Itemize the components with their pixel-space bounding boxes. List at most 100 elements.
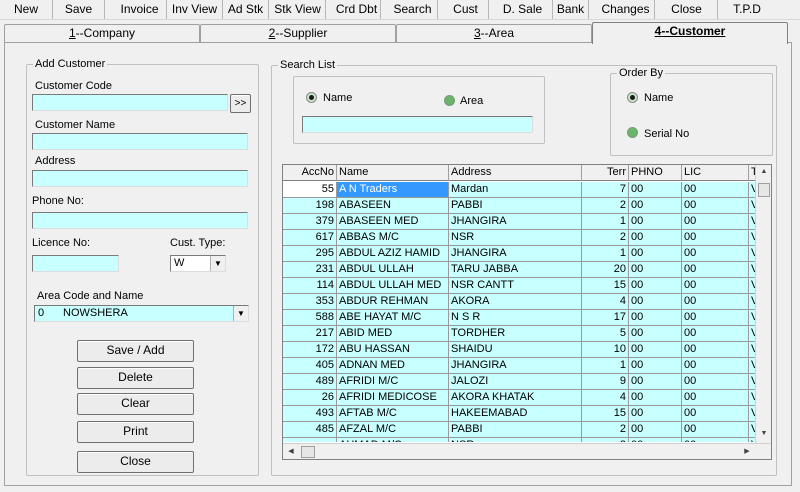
cell-address[interactable]: HAKEEMABAD xyxy=(449,406,582,422)
cell-phno[interactable]: 00 xyxy=(629,230,682,246)
bank-button[interactable]: Bank xyxy=(553,0,589,19)
table-row[interactable]: 617ABBAS M/CNSR20000V xyxy=(283,230,755,246)
cell-name[interactable]: ABDUR REHMAN xyxy=(337,294,449,310)
print-button[interactable]: Print xyxy=(77,421,194,443)
cell-accno[interactable]: --- xyxy=(283,438,337,442)
table-row[interactable]: 198ABASEENPABBI20000V xyxy=(283,198,755,214)
cell-address[interactable]: NSR xyxy=(449,230,582,246)
chevron-down-icon[interactable]: ▼ xyxy=(233,306,248,321)
cell-address[interactable]: AKORA KHATAK xyxy=(449,390,582,406)
cell-lic[interactable]: 00 xyxy=(682,326,749,342)
new-button[interactable]: New xyxy=(0,0,53,19)
tpd-button[interactable]: T.P.D xyxy=(718,0,776,19)
cell-terr[interactable]: 5 xyxy=(582,326,629,342)
crd-dbt-button[interactable]: Crd Dbt xyxy=(333,0,381,19)
cell-terr[interactable]: 10 xyxy=(582,342,629,358)
cell-accno[interactable]: 295 xyxy=(283,246,337,262)
cell-accno[interactable]: 198 xyxy=(283,198,337,214)
cell-lic[interactable]: 00 xyxy=(682,214,749,230)
licence-input[interactable] xyxy=(32,255,119,272)
cell-accno[interactable]: 26 xyxy=(283,390,337,406)
cell-address[interactable]: PABBI xyxy=(449,198,582,214)
cell-terr[interactable]: 2 xyxy=(582,230,629,246)
cell-accno[interactable]: 231 xyxy=(283,262,337,278)
cell-terr[interactable]: 20 xyxy=(582,262,629,278)
search-by-name-radio[interactable] xyxy=(306,92,317,103)
table-row[interactable]: 379ABASEEN MEDJHANGIRA10000V xyxy=(283,214,755,230)
cell-accno[interactable]: 55 xyxy=(283,182,337,198)
cell-accno[interactable]: 379 xyxy=(283,214,337,230)
changes-button[interactable]: Changes xyxy=(597,0,655,19)
table-row[interactable]: 489AFRIDI M/CJALOZI90000V xyxy=(283,374,755,390)
table-row[interactable]: 172ABU HASSANSHAIDU100000V xyxy=(283,342,755,358)
search-button[interactable]: Search xyxy=(388,0,438,19)
cell-lic[interactable]: 00 xyxy=(682,278,749,294)
cust-type-select[interactable]: W ▼ xyxy=(170,255,226,272)
cell-address[interactable]: JHANGIRA xyxy=(449,214,582,230)
cell-phno[interactable]: 00 xyxy=(629,246,682,262)
cell-lic[interactable]: 00 xyxy=(682,310,749,326)
cell-lic[interactable]: 00 xyxy=(682,182,749,198)
cell-name[interactable]: AFZAL M/C xyxy=(337,422,449,438)
table-row[interactable]: 114ABDUL ULLAH MEDNSR CANTT150000V xyxy=(283,278,755,294)
cell-address[interactable]: AKORA xyxy=(449,294,582,310)
cell-terr[interactable]: 9 xyxy=(582,374,629,390)
cell-phno[interactable]: 00 xyxy=(629,422,682,438)
close-button[interactable]: Close xyxy=(77,451,194,473)
horizontal-scrollbar[interactable]: ◀ ▶ xyxy=(283,443,771,459)
order-by-serial-radio[interactable] xyxy=(627,127,638,138)
cell-lic[interactable]: 00 xyxy=(682,406,749,422)
table-row[interactable]: 295ABDUL AZIZ HAMIDJHANGIRA10000V xyxy=(283,246,755,262)
cell-phno[interactable]: 00 xyxy=(629,438,682,442)
table-row[interactable]: 217ABID MEDTORDHER50000V xyxy=(283,326,755,342)
cell-lic[interactable]: 00 xyxy=(682,262,749,278)
clear-button[interactable]: Clear xyxy=(77,393,194,415)
cell-name[interactable]: ABASEEN MED xyxy=(337,214,449,230)
tab-3[interactable]: 3--Area xyxy=(396,24,592,43)
cell-address[interactable]: JHANGIRA xyxy=(449,246,582,262)
customer-name-input[interactable] xyxy=(32,133,248,150)
column-header-lic[interactable]: LIC xyxy=(682,165,749,181)
cell-name[interactable]: ABDUL AZIZ HAMID xyxy=(337,246,449,262)
column-header-accno[interactable]: AccNo xyxy=(283,165,337,181)
cell-phno[interactable]: 00 xyxy=(629,278,682,294)
chevron-down-icon[interactable]: ▼ xyxy=(210,256,225,271)
scroll-right-icon[interactable]: ▶ xyxy=(739,445,755,459)
cell-terr[interactable]: 7 xyxy=(582,182,629,198)
column-header-name[interactable]: Name xyxy=(337,165,449,181)
scroll-left-icon[interactable]: ◀ xyxy=(283,445,299,459)
table-row[interactable]: 353ABDUR REHMANAKORA40000V xyxy=(283,294,755,310)
cell-lic[interactable]: 00 xyxy=(682,294,749,310)
cell-name[interactable]: AFRIDI MEDICOSE xyxy=(337,390,449,406)
vertical-scroll-thumb[interactable] xyxy=(758,183,770,197)
cell-accno[interactable]: 617 xyxy=(283,230,337,246)
address-input[interactable] xyxy=(32,170,248,187)
delete-button[interactable]: Delete xyxy=(77,367,194,389)
cell-name[interactable]: ADNAN MED xyxy=(337,358,449,374)
cell-name[interactable]: AFTAB M/C xyxy=(337,406,449,422)
cell-accno[interactable]: 588 xyxy=(283,310,337,326)
close-app-button[interactable]: Close xyxy=(656,0,718,19)
cell-accno[interactable]: 405 xyxy=(283,358,337,374)
cell-terr[interactable]: 15 xyxy=(582,278,629,294)
inv-view-button[interactable]: Inv View xyxy=(167,0,223,19)
cell-name[interactable]: ABE HAYAT M/C xyxy=(337,310,449,326)
stk-view-button[interactable]: Stk View xyxy=(270,0,326,19)
customer-code-input[interactable] xyxy=(32,94,228,111)
table-row[interactable]: 26AFRIDI MEDICOSEAKORA KHATAK40000V xyxy=(283,390,755,406)
cell-terr[interactable]: 15 xyxy=(582,406,629,422)
cell-address[interactable]: NSR CANTT xyxy=(449,278,582,294)
cell-terr[interactable]: 2 xyxy=(582,422,629,438)
cell-accno[interactable]: 493 xyxy=(283,406,337,422)
cell-phno[interactable]: 00 xyxy=(629,326,682,342)
cell-name[interactable]: AHMAD M/C xyxy=(337,438,449,442)
column-header-terr[interactable]: Terr xyxy=(582,165,629,181)
column-header-address[interactable]: Address xyxy=(449,165,582,181)
cell-name[interactable]: ABBAS M/C xyxy=(337,230,449,246)
search-by-area-radio[interactable] xyxy=(444,95,455,106)
cell-name[interactable]: ABASEEN xyxy=(337,198,449,214)
table-row[interactable]: 55A N TradersMardan70000V xyxy=(283,182,755,198)
cell-name[interactable]: ABDUL ULLAH MED xyxy=(337,278,449,294)
cell-accno[interactable]: 353 xyxy=(283,294,337,310)
cell-phno[interactable]: 00 xyxy=(629,390,682,406)
